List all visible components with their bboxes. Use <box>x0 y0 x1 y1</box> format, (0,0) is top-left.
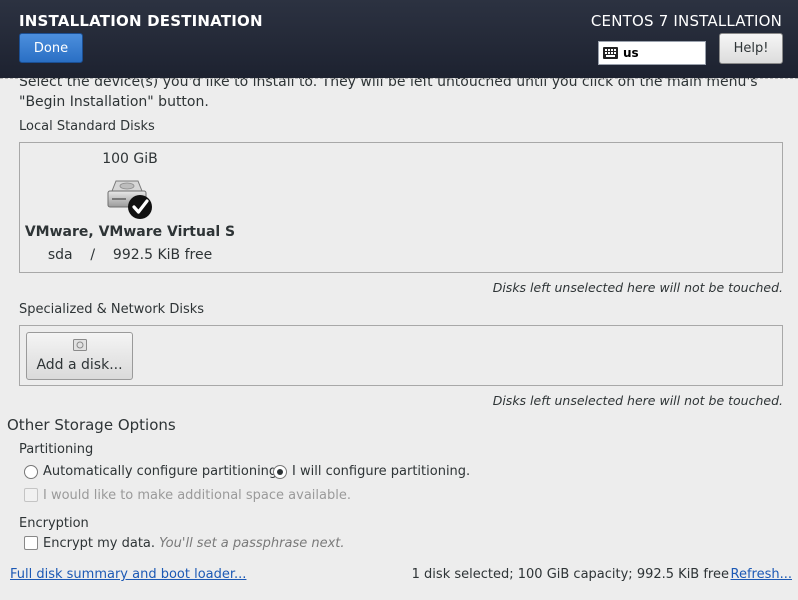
additional-space-checkbox <box>24 488 38 502</box>
partitioning-label: Partitioning <box>19 442 94 457</box>
hard-disk-checked-icon <box>107 180 152 219</box>
add-disk-label: Add a disk... <box>36 357 123 373</box>
header-bar: INSTALLATION DESTINATION CENTOS 7 INSTAL… <box>0 0 798 78</box>
disk-size: 100 GiB <box>102 151 158 167</box>
page-title: INSTALLATION DESTINATION <box>19 12 263 30</box>
scroll-divider <box>0 78 798 79</box>
refresh-link[interactable]: Refresh... <box>731 567 793 582</box>
disk-summary-link[interactable]: Full disk summary and boot loader... <box>10 567 246 582</box>
add-disk-button[interactable]: Add a disk... <box>26 332 133 380</box>
selection-status: 1 disk selected; 100 GiB capacity; 992.5… <box>411 567 729 582</box>
intro-line-1: Select the device(s) you'd like to insta… <box>19 78 758 90</box>
local-disks-note: Disks left unselected here will not be t… <box>492 280 783 295</box>
encrypt-label: Encrypt my data. <box>43 536 156 551</box>
local-disks-panel: 100 GiB VMware, VMware Virtual S sda / 9… <box>19 142 783 273</box>
main-content: Select the device(s) you'd like to insta… <box>0 78 798 600</box>
other-storage-title: Other Storage Options <box>7 416 176 434</box>
disk-add-icon <box>73 339 87 351</box>
help-button[interactable]: Help! <box>719 33 783 64</box>
network-disks-panel: Add a disk... <box>19 325 783 386</box>
disk-name: VMware, VMware Virtual S <box>24 224 236 240</box>
intro-text: Select the device(s) you'd like to insta… <box>19 78 789 112</box>
disk-free-space: 992.5 KiB free <box>112 247 213 263</box>
local-disks-label: Local Standard Disks <box>19 119 155 134</box>
disk-device: sda <box>47 247 73 263</box>
product-title: CENTOS 7 INSTALLATION <box>590 12 782 30</box>
additional-space-label: I would like to make additional space av… <box>43 488 351 503</box>
done-button[interactable]: Done <box>19 33 83 63</box>
keyboard-layout-label: us <box>623 46 639 60</box>
keyboard-layout-indicator[interactable]: us <box>598 41 706 65</box>
manual-partitioning-radio[interactable] <box>273 465 287 479</box>
network-disks-label: Specialized & Network Disks <box>19 302 205 317</box>
keyboard-icon <box>603 47 618 59</box>
network-disks-note: Disks left unselected here will not be t… <box>492 393 783 408</box>
encryption-label: Encryption <box>19 516 89 531</box>
auto-partitioning-radio[interactable] <box>24 465 38 479</box>
disk-details: sda / 992.5 KiB free <box>20 247 240 263</box>
encrypt-checkbox[interactable] <box>24 536 38 550</box>
disk-card-sda[interactable]: 100 GiB VMware, VMware Virtual S sda / 9… <box>20 143 240 272</box>
encrypt-option-text: Encrypt my data. You'll set a passphrase… <box>43 536 345 551</box>
manual-partitioning-label: I will configure partitioning. <box>292 464 471 479</box>
encrypt-hint: You'll set a passphrase next. <box>159 536 345 551</box>
intro-line-2: "Begin Installation" button. <box>19 94 209 110</box>
auto-partitioning-label: Automatically configure partitioning. <box>43 464 282 479</box>
disk-separator: / <box>90 247 96 263</box>
